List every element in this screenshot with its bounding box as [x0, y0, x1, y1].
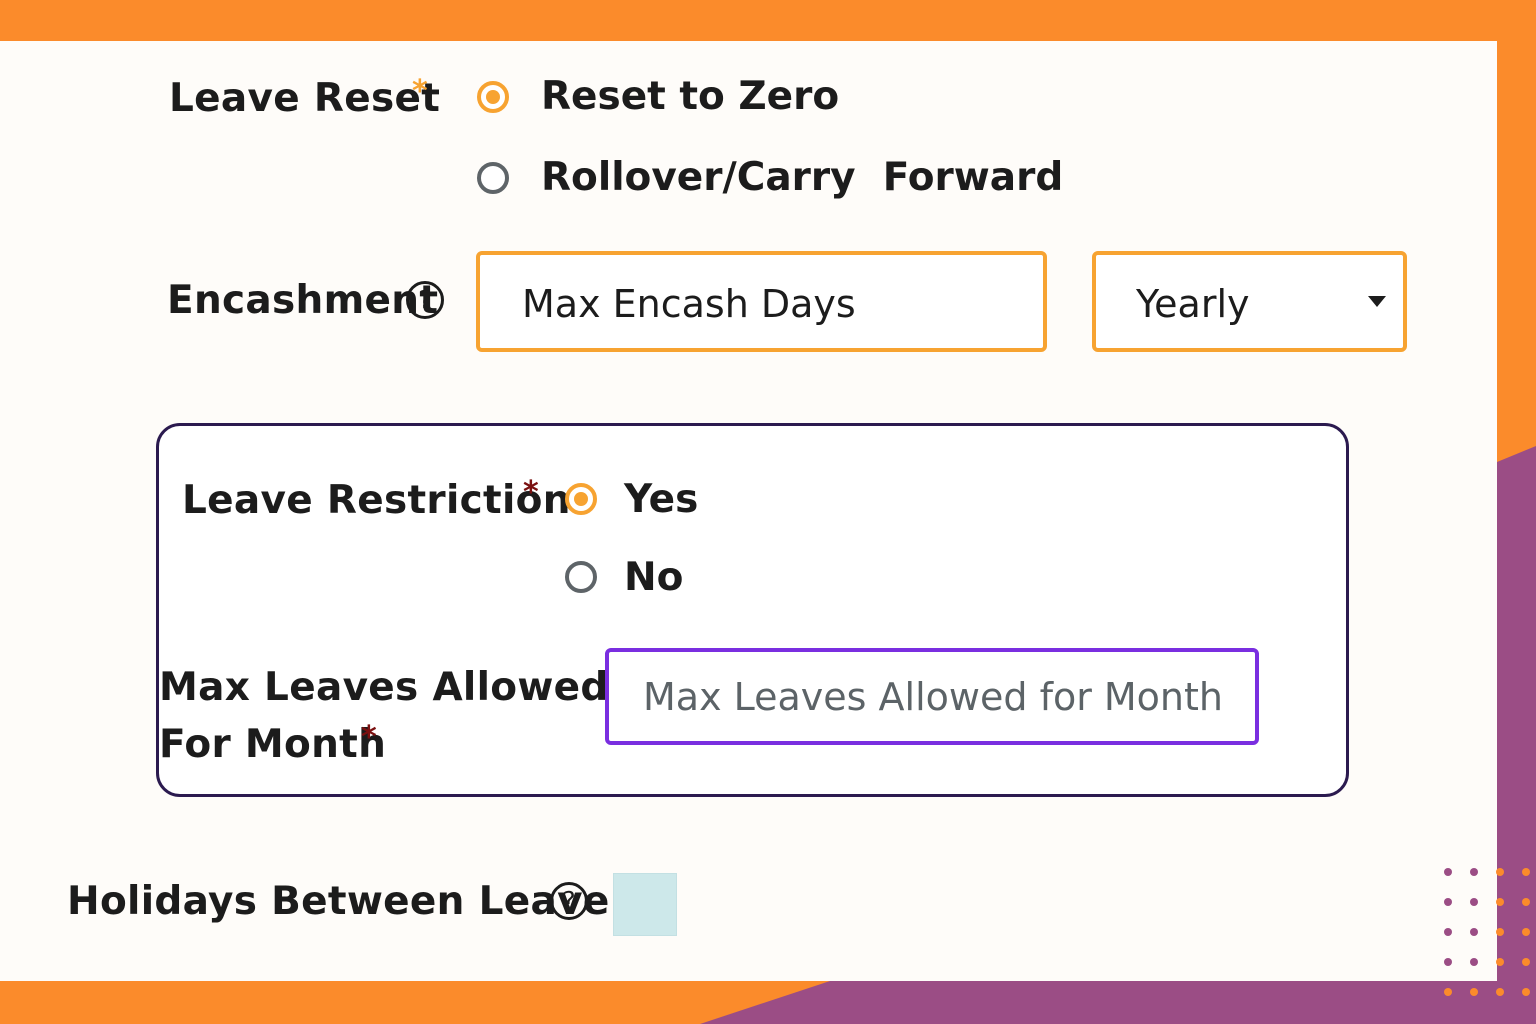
- holidays-between-leave-label: Holidays Between Leave: [67, 879, 610, 924]
- decorative-dot: [1444, 988, 1452, 996]
- decorative-dot: [1470, 958, 1478, 966]
- encashment-frequency-value: Yearly: [1136, 282, 1250, 326]
- leave-restriction-yes-label[interactable]: Yes: [624, 477, 698, 522]
- decorative-dot: [1496, 928, 1504, 936]
- decorative-dot: [1496, 988, 1504, 996]
- decorative-dot: [1444, 958, 1452, 966]
- decorative-dot: [1470, 898, 1478, 906]
- leave-restriction-no-label[interactable]: No: [624, 555, 683, 600]
- leave-restriction-required-mark: *: [523, 475, 539, 510]
- decorative-dot: [1496, 868, 1504, 876]
- decorative-dot: [1444, 868, 1452, 876]
- decorative-dot: [1522, 988, 1530, 996]
- reset-to-zero-radio[interactable]: [477, 81, 509, 113]
- leave-restriction-label: Leave Restriction: [182, 478, 571, 523]
- encashment-label: Encashment: [167, 278, 439, 323]
- decorative-dot: [1522, 898, 1530, 906]
- decorative-dot: [1522, 958, 1530, 966]
- max-encash-days-input[interactable]: Max Encash Days: [476, 251, 1047, 352]
- decorative-dot: [1470, 988, 1478, 996]
- decorative-dot: [1496, 898, 1504, 906]
- holidays-between-leave-checkbox[interactable]: [613, 873, 677, 936]
- leave-reset-required-mark: *: [412, 74, 428, 109]
- decorative-dot: [1496, 958, 1504, 966]
- decorative-dot: [1444, 928, 1452, 936]
- decorative-dot: [1470, 928, 1478, 936]
- decorative-dot: [1522, 868, 1530, 876]
- caret-down-icon: [1368, 296, 1386, 307]
- max-leaves-for-month-input[interactable]: [605, 648, 1259, 745]
- rollover-carry-forward-label[interactable]: Rollover/Carry Forward: [541, 155, 1063, 200]
- reset-to-zero-label[interactable]: Reset to Zero: [541, 74, 839, 119]
- encashment-help-icon[interactable]: ?: [406, 281, 444, 319]
- holidays-between-leave-help-icon[interactable]: ?: [550, 882, 588, 920]
- leave-restriction-no-radio[interactable]: [565, 561, 597, 593]
- max-leaves-label-line1: Max Leaves Allowed: [159, 665, 609, 710]
- max-encash-days-placeholder: Max Encash Days: [522, 282, 856, 326]
- decorative-dot: [1470, 868, 1478, 876]
- leave-reset-label: Leave Reset: [169, 76, 441, 121]
- leave-restriction-yes-radio[interactable]: [565, 483, 597, 515]
- decorative-dot-grid: [1418, 850, 1536, 1024]
- decorative-dot: [1444, 898, 1452, 906]
- max-leaves-label-line2: For Month: [159, 722, 387, 767]
- rollover-carry-forward-radio[interactable]: [477, 162, 509, 194]
- encashment-frequency-select[interactable]: Yearly: [1092, 251, 1407, 352]
- decorative-dot: [1522, 928, 1530, 936]
- max-leaves-required-mark: *: [361, 720, 377, 755]
